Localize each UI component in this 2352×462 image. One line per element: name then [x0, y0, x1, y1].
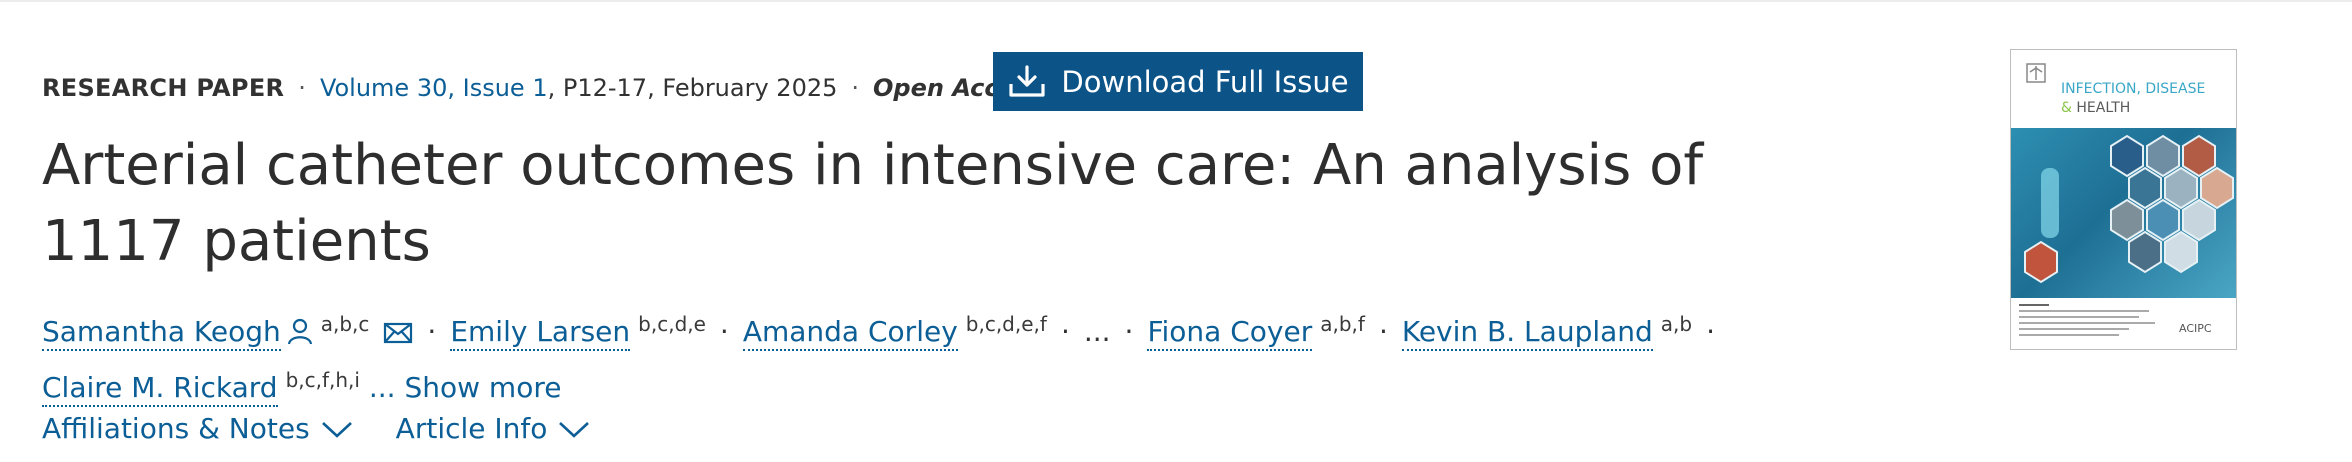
cover-title: INFECTION, DISEASE & HEALTH [2061, 80, 2229, 118]
cover-logo: ACIPC [2179, 322, 2212, 335]
article-info-label: Article Info [395, 412, 548, 445]
separator: · [427, 315, 437, 348]
author-affiliation: a,b,f [1320, 312, 1365, 336]
author-link[interactable]: Claire M. Rickard [42, 371, 278, 407]
separator: · [1378, 315, 1388, 348]
author-affiliation: a,b [1660, 312, 1693, 336]
author-affiliation: b,c,d,e,f [965, 312, 1047, 336]
cover-artwork [2011, 128, 2236, 298]
download-full-issue-button[interactable]: Download Full Issue [993, 52, 1363, 111]
article-info-toggle[interactable]: Article Info [396, 412, 592, 445]
author-link[interactable]: Emily Larsen [450, 315, 631, 351]
separator: · [1124, 315, 1134, 348]
affiliations-toggle[interactable]: Affiliations & Notes [42, 412, 354, 445]
journal-cover-image[interactable]: INFECTION, DISEASE & HEALTH ACIPC [2010, 49, 2237, 350]
separator: · [1706, 315, 1716, 348]
article-meta: RESEARCH PAPER · Volume 30, Issue 1 , P1… [42, 70, 1043, 106]
envelope-icon[interactable] [383, 321, 413, 345]
cover-title-line1: INFECTION, DISEASE [2061, 81, 2206, 97]
separator: · [1060, 315, 1070, 348]
author-link[interactable]: Samantha Keogh [42, 315, 281, 351]
show-more-button[interactable]: ... Show more [369, 371, 562, 404]
affiliations-label: Affiliations & Notes [42, 412, 310, 445]
chevron-down-icon [559, 421, 590, 438]
top-divider [0, 0, 2352, 2]
cover-title-line2: HEALTH [2076, 100, 2131, 116]
ellipsis: ... [1083, 315, 1111, 348]
download-icon [1009, 64, 1046, 97]
author-link[interactable]: Fiona Coyer [1147, 315, 1313, 351]
cover-hexagons [2024, 134, 2234, 284]
cover-ampersand: & [2061, 100, 2072, 116]
pages-date: , P12-17, February 2025 [547, 74, 838, 102]
person-icon[interactable] [287, 317, 313, 345]
publisher-logo-icon [2026, 63, 2046, 83]
article-title: Arterial catheter outcomes in intensive … [42, 133, 1704, 274]
author-affiliation: b,c,f,h,i [285, 368, 360, 392]
author-link[interactable]: Kevin B. Laupland [1401, 315, 1653, 351]
separator: · [851, 74, 860, 102]
separator: · [298, 74, 306, 102]
author-list: Samantha Keogh a,b,c · Emily Larsen b,c,d,e ·… [42, 300, 1742, 412]
author-affiliation: b,c,d,e [638, 312, 706, 336]
author-link[interactable]: Amanda Corley [742, 315, 958, 351]
author-affiliation: a,b,c [320, 312, 370, 336]
chevron-down-icon [321, 421, 352, 438]
article-type: RESEARCH PAPER [42, 74, 285, 102]
separator: · [719, 315, 729, 348]
article-toggles: Affiliations & Notes Article Info [42, 412, 591, 445]
issue-link[interactable]: Volume 30, Issue 1 [320, 74, 548, 102]
download-button-label: Download Full Issue [1061, 64, 1349, 99]
